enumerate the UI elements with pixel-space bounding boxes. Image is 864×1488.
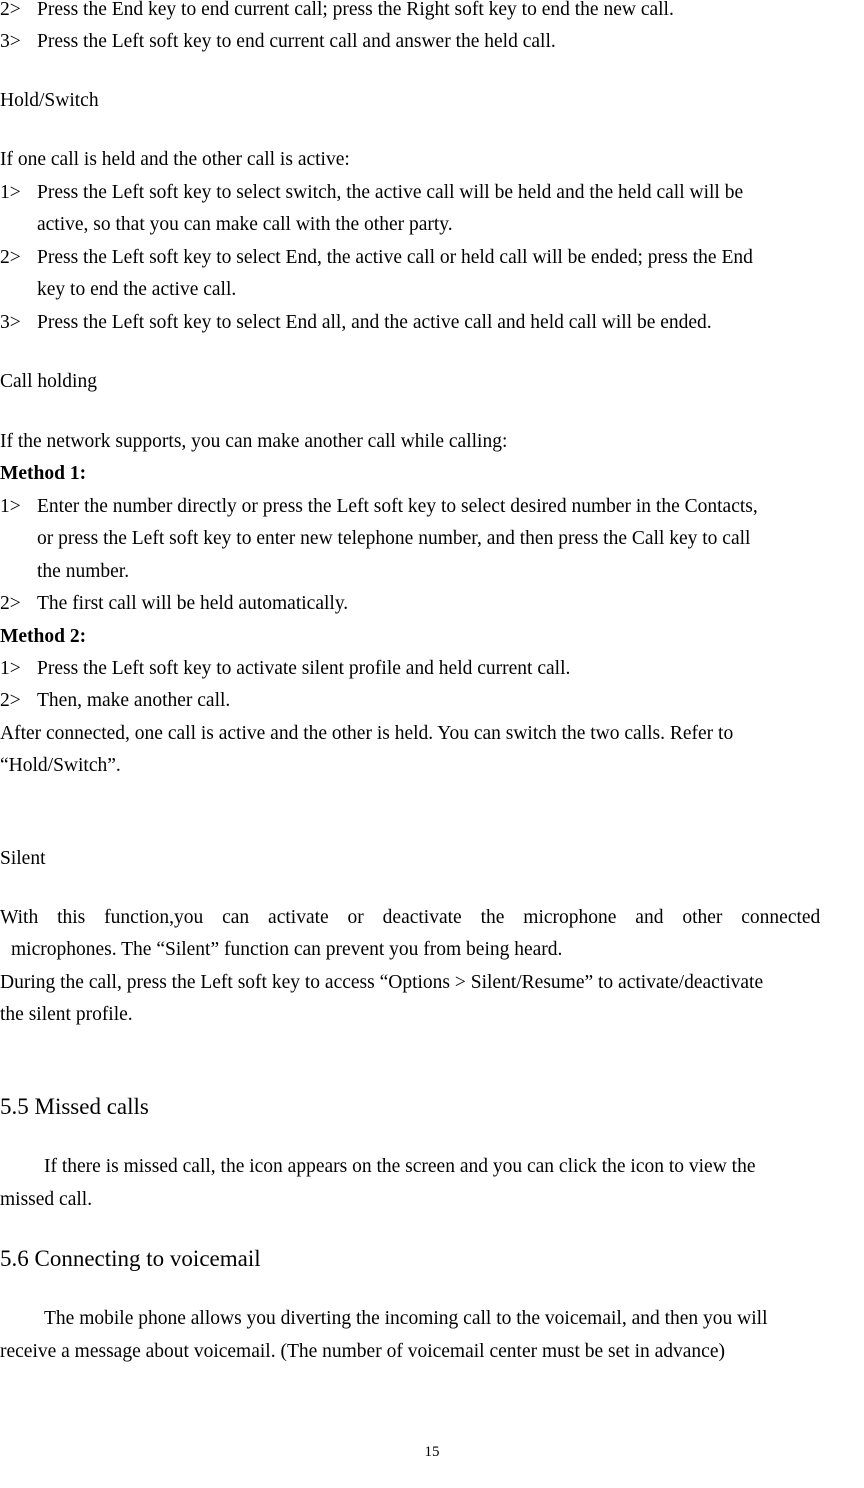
paragraph: microphones. The “Silent” function can p… [11, 939, 563, 960]
paragraph: During the call, press the Left soft key… [0, 972, 764, 993]
section-heading-call-holding: Call holding [0, 371, 97, 392]
section-heading-voicemail: 5.6 Connecting to voicemail [0, 1246, 261, 1271]
list-text: Then, make another call. [37, 690, 231, 711]
list-number: 1> [0, 182, 21, 203]
list-number: 3> [0, 31, 21, 52]
paragraph: If there is missed call, the icon appear… [44, 1156, 756, 1177]
list-text: active, so that you can make call with t… [37, 214, 453, 235]
paragraph: missed call. [0, 1189, 93, 1210]
list-text: Press the Left soft key to select End, t… [37, 247, 753, 268]
list-number: 2> [0, 690, 21, 711]
paragraph: The mobile phone allows you diverting th… [44, 1308, 768, 1329]
list-text: or press the Left soft key to enter new … [37, 528, 751, 549]
paragraph: If the network supports, you can make an… [0, 431, 508, 452]
list-text: Press the Left soft key to select End al… [37, 312, 712, 333]
paragraph: With this function,you can activate or d… [0, 907, 821, 928]
paragraph: receive a message about voicemail. (The … [0, 1341, 725, 1362]
section-heading-missed-calls: 5.5 Missed calls [0, 1094, 149, 1119]
method-label: Method 1: [0, 463, 87, 484]
list-number: 1> [0, 496, 21, 517]
paragraph: the silent profile. [0, 1004, 133, 1025]
list-text: Press the Left soft key to select switch… [37, 182, 744, 203]
paragraph: “Hold/Switch”. [0, 755, 121, 776]
list-text: the number. [37, 561, 130, 582]
section-heading-silent: Silent [0, 848, 46, 869]
list-number: 2> [0, 0, 21, 20]
paragraph: If one call is held and the other call i… [0, 149, 350, 170]
list-number: 2> [0, 247, 21, 268]
paragraph: After connected, one call is active and … [0, 723, 734, 744]
list-text: key to end the active call. [37, 279, 237, 300]
list-text: Press the Left soft key to activate sile… [37, 658, 571, 679]
list-text: Enter the number directly or press the L… [37, 496, 758, 517]
list-number: 1> [0, 658, 21, 679]
list-text: The first call will be held automaticall… [37, 593, 349, 614]
list-text: Press the Left soft key to end current c… [37, 31, 556, 52]
list-number: 3> [0, 312, 21, 333]
method-label: Method 2: [0, 626, 87, 647]
list-text: Press the End key to end current call; p… [37, 0, 674, 20]
list-number: 2> [0, 593, 21, 614]
section-heading-hold-switch: Hold/Switch [0, 90, 99, 111]
page-number: 15 [424, 1444, 440, 1460]
